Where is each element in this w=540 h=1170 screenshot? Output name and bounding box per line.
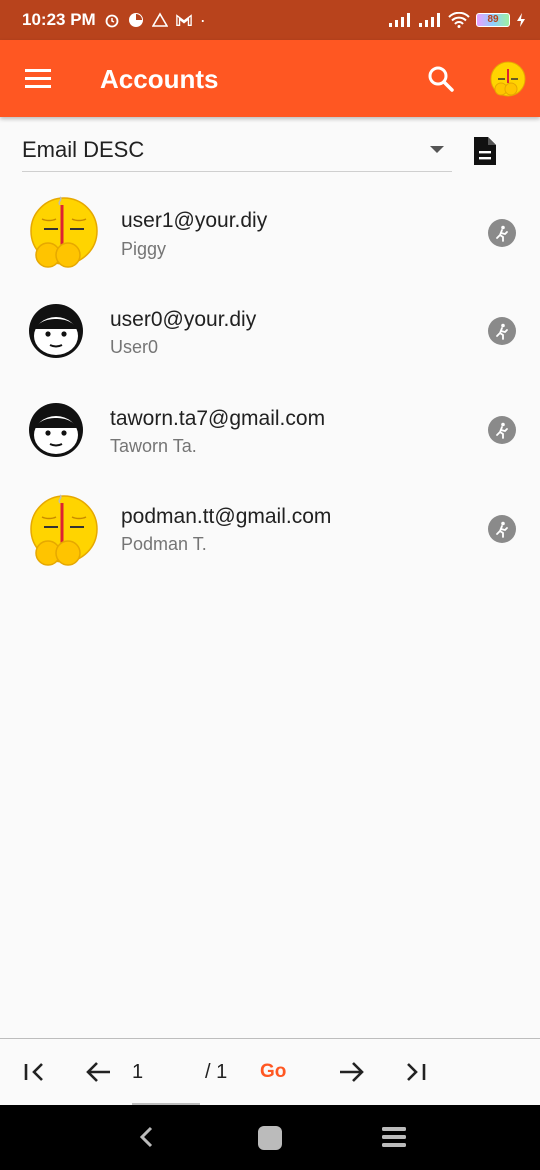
account-name: User0 xyxy=(110,337,159,357)
status-time: 10:23 PM xyxy=(22,10,96,29)
current-user-avatar[interactable] xyxy=(484,57,528,101)
page-title: Accounts xyxy=(100,64,219,94)
login-switch-button[interactable] xyxy=(488,317,516,345)
charging-icon xyxy=(517,13,525,27)
search-icon[interactable] xyxy=(424,62,458,96)
page-total: / 1 xyxy=(205,1061,228,1083)
page-number-input[interactable]: 1 xyxy=(124,1057,200,1087)
home-icon[interactable] xyxy=(257,1125,283,1151)
account-item[interactable]: user1@your.diy Piggy xyxy=(0,185,540,284)
app-bar: Accounts xyxy=(0,40,540,117)
previous-page-icon[interactable] xyxy=(84,1057,114,1087)
system-nav-bar xyxy=(0,1105,540,1170)
signal-icon xyxy=(389,13,410,27)
go-button[interactable]: Go xyxy=(260,1061,286,1083)
recents-menu-icon[interactable] xyxy=(381,1125,407,1149)
account-email: user1@your.diy xyxy=(121,209,268,232)
running-person-icon xyxy=(496,225,508,242)
running-person-icon xyxy=(496,422,508,439)
pagination-bar: 1 / 1 Go xyxy=(0,1038,540,1105)
alarm-icon xyxy=(105,14,119,28)
dot-indicator: · xyxy=(199,9,206,30)
login-switch-button[interactable] xyxy=(488,416,516,444)
login-switch-button[interactable] xyxy=(488,515,516,543)
account-item[interactable]: podman.tt@gmail.com Podman T. xyxy=(0,482,540,581)
back-icon[interactable] xyxy=(136,1125,156,1149)
account-item[interactable]: taworn.ta7@gmail.com Taworn Ta. xyxy=(0,383,540,482)
hamburger-menu-icon[interactable] xyxy=(20,63,56,95)
account-name: Piggy xyxy=(121,239,167,259)
pie-app-icon xyxy=(128,13,143,27)
running-person-icon xyxy=(496,323,508,340)
sort-select[interactable]: Email DESC xyxy=(22,128,452,172)
account-item[interactable]: user0@your.diy User0 xyxy=(0,284,540,383)
emoji-face-avatar xyxy=(30,196,98,268)
running-person-icon xyxy=(496,521,508,538)
account-name: Podman T. xyxy=(121,534,207,554)
gmail-icon xyxy=(175,14,192,26)
account-name: Taworn Ta. xyxy=(110,436,197,456)
signal-icon-2 xyxy=(419,13,440,27)
next-page-icon[interactable] xyxy=(336,1057,366,1087)
first-page-icon[interactable] xyxy=(20,1057,50,1087)
account-email: podman.tt@gmail.com xyxy=(121,505,332,528)
status-bar: 10:23 PM · 89 xyxy=(0,0,540,40)
sort-value: Email DESC xyxy=(22,136,145,162)
document-icon[interactable] xyxy=(470,134,500,168)
account-email: user0@your.diy xyxy=(110,308,257,331)
dropdown-arrow-icon xyxy=(430,146,444,153)
login-switch-button[interactable] xyxy=(488,219,516,247)
battery-icon: 89 xyxy=(476,13,510,27)
account-email: taworn.ta7@gmail.com xyxy=(110,407,326,430)
cartoon-face-avatar xyxy=(29,304,83,358)
warning-triangle-icon xyxy=(151,12,168,27)
last-page-icon[interactable] xyxy=(402,1057,432,1087)
cartoon-face-avatar xyxy=(29,403,83,457)
emoji-face-avatar xyxy=(30,494,98,566)
account-list: user1@your.diy Piggy user0@your.diy User… xyxy=(0,185,540,581)
wifi-icon xyxy=(448,12,470,28)
